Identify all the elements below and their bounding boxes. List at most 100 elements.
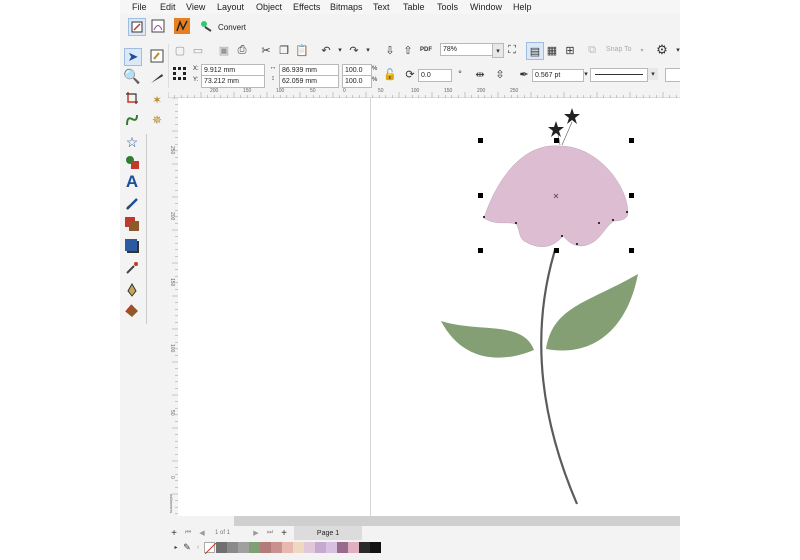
- add-page-after-icon[interactable]: +: [278, 526, 290, 540]
- edit-bitmap-icon[interactable]: [128, 18, 146, 36]
- menu-help[interactable]: Help: [513, 2, 532, 12]
- print-icon[interactable]: ⎙: [234, 42, 250, 58]
- outline-pen-tool-icon[interactable]: [124, 282, 140, 298]
- zoom-tool-icon[interactable]: 🔍: [123, 68, 140, 84]
- menu-object[interactable]: Object: [256, 2, 282, 12]
- paste-icon[interactable]: 📋: [294, 42, 310, 58]
- eyedropper-icon[interactable]: ✎: [181, 541, 193, 553]
- color-swatch[interactable]: [238, 542, 249, 553]
- lock-ratio-icon[interactable]: 🔓: [382, 66, 398, 82]
- last-page-icon[interactable]: ⏭: [264, 526, 276, 540]
- snap-icon[interactable]: ⧉: [584, 42, 600, 58]
- color-swatch[interactable]: [359, 542, 370, 553]
- convert-icon[interactable]: [198, 18, 214, 34]
- redo-dropdown-icon[interactable]: ▾: [360, 42, 376, 58]
- left-leaf[interactable]: [441, 321, 534, 358]
- page-tab[interactable]: Page 1: [294, 526, 362, 540]
- pdf-icon[interactable]: PDF: [418, 42, 434, 58]
- line-style-select[interactable]: [590, 68, 648, 82]
- first-page-icon[interactable]: ⏮: [182, 526, 194, 540]
- menu-file[interactable]: File: [132, 2, 147, 12]
- color-swatch[interactable]: [249, 542, 260, 553]
- menu-tools[interactable]: Tools: [437, 2, 458, 12]
- next-page-icon[interactable]: ▶: [250, 526, 262, 540]
- options-gear-icon[interactable]: ⚙: [654, 42, 670, 58]
- dimension-tool-icon[interactable]: [124, 196, 140, 212]
- import-icon[interactable]: ⇩: [382, 42, 398, 58]
- open-folder-icon[interactable]: ▭: [190, 42, 206, 58]
- color-swatch[interactable]: [227, 542, 238, 553]
- color-swatch[interactable]: [260, 542, 271, 553]
- cut-icon[interactable]: ✂: [258, 42, 274, 58]
- scale-y-input[interactable]: 100.0: [342, 75, 372, 88]
- menu-view[interactable]: View: [186, 2, 205, 12]
- menu-table[interactable]: Table: [403, 2, 425, 12]
- menu-layout[interactable]: Layout: [217, 2, 244, 12]
- menu-edit[interactable]: Edit: [160, 2, 176, 12]
- drop-shadow-icon[interactable]: [124, 238, 140, 254]
- shape-tool-icon[interactable]: [124, 154, 140, 170]
- color-swatch[interactable]: [282, 542, 293, 553]
- export-icon[interactable]: ⇧: [400, 42, 416, 58]
- star-decoration-large[interactable]: [564, 108, 580, 124]
- pick-tool-icon[interactable]: ➤: [124, 48, 142, 66]
- line-style-dropdown-icon[interactable]: ▾: [648, 68, 658, 80]
- new-document-icon[interactable]: ▢: [172, 42, 188, 58]
- palette-expand-icon[interactable]: ▸: [172, 541, 180, 553]
- color-swatch[interactable]: [216, 542, 227, 553]
- menu-window[interactable]: Window: [470, 2, 502, 12]
- color-swatch[interactable]: [304, 542, 315, 553]
- color-swatch[interactable]: [337, 542, 348, 553]
- arrowhead-select[interactable]: [665, 68, 680, 82]
- trace-bitmap-icon[interactable]: [150, 18, 166, 34]
- outline-width-dropdown-icon[interactable]: ▾: [582, 68, 590, 80]
- options-dropdown-icon[interactable]: ▾: [670, 42, 680, 58]
- mirror-vertical-icon[interactable]: ⇳: [492, 66, 508, 82]
- color-swatch[interactable]: [326, 542, 337, 553]
- convert-label[interactable]: Convert: [218, 23, 246, 32]
- color-swatch[interactable]: [315, 542, 326, 553]
- text-tool-icon[interactable]: A: [124, 172, 140, 191]
- prev-page-icon[interactable]: ◀: [196, 526, 208, 540]
- no-color-swatch[interactable]: [204, 542, 216, 554]
- rulers-toggle-icon[interactable]: ▤: [526, 42, 544, 60]
- grid-toggle-icon[interactable]: ▦: [544, 42, 560, 58]
- knife-tool-icon[interactable]: [149, 70, 165, 86]
- full-screen-icon[interactable]: ⛶: [504, 42, 520, 58]
- mirror-horizontal-icon[interactable]: ⇹: [472, 66, 488, 82]
- palette-scroll-left-icon[interactable]: ‹: [194, 541, 202, 553]
- eyedropper-tool-icon[interactable]: [124, 260, 140, 276]
- horizontal-scrollbar[interactable]: [234, 516, 680, 526]
- guidelines-toggle-icon[interactable]: ⊞: [562, 42, 578, 58]
- zoom-level-input[interactable]: 78%: [440, 43, 496, 56]
- freehand-tool-icon[interactable]: [124, 112, 140, 128]
- interactive-fill-icon[interactable]: [124, 216, 140, 232]
- outline-trace-icon[interactable]: [174, 18, 190, 34]
- reference-point-icon[interactable]: [172, 66, 188, 82]
- smudge-tool-icon[interactable]: ✶: [149, 92, 165, 108]
- star-tool-icon[interactable]: ☆: [124, 134, 140, 150]
- snap-dropdown-icon[interactable]: ▾: [634, 42, 650, 58]
- height-input[interactable]: 62.059 mm: [279, 75, 339, 88]
- snap-to-label[interactable]: Snap To: [606, 46, 632, 53]
- transform-tool-icon[interactable]: ✵: [149, 112, 165, 128]
- smart-fill-icon[interactable]: [124, 302, 140, 318]
- color-swatch[interactable]: [271, 542, 282, 553]
- rotation-angle-input[interactable]: 0.0: [418, 69, 452, 82]
- save-icon[interactable]: ▣: [216, 42, 232, 58]
- edit-node-icon[interactable]: [149, 48, 165, 64]
- copy-icon[interactable]: ❐: [276, 42, 292, 58]
- color-swatch[interactable]: [370, 542, 381, 553]
- outline-width-input[interactable]: 0.567 pt: [532, 69, 584, 82]
- add-page-before-icon[interactable]: +: [168, 526, 180, 540]
- menu-bitmaps[interactable]: Bitmaps: [330, 2, 363, 12]
- crop-tool-icon[interactable]: [124, 90, 140, 106]
- menu-text[interactable]: Text: [373, 2, 390, 12]
- color-swatch[interactable]: [293, 542, 304, 553]
- y-position-input[interactable]: 73.212 mm: [201, 75, 265, 88]
- color-swatch[interactable]: [348, 542, 359, 553]
- flower-stem[interactable]: [540, 249, 579, 505]
- menu-effects[interactable]: Effects: [293, 2, 320, 12]
- right-leaf[interactable]: [546, 274, 638, 351]
- star-decoration-small[interactable]: [548, 121, 564, 137]
